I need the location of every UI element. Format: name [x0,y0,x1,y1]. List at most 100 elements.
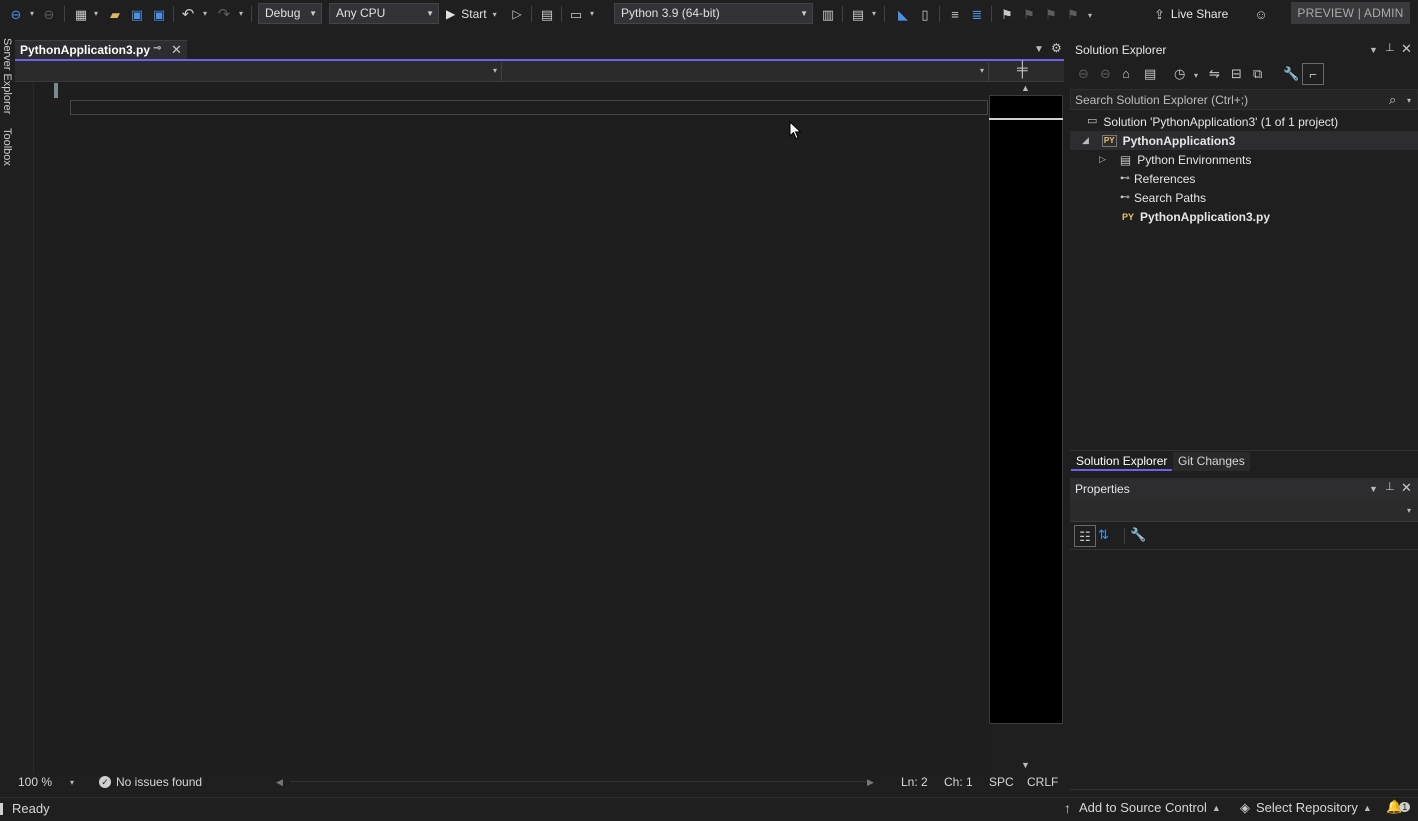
tree-item-project[interactable]: ◢ PY PythonApplication3 [1070,131,1418,150]
issues-indicator[interactable]: ✓ No issues found [99,775,202,789]
browser-dropdown-icon[interactable]: ▾ [590,9,594,18]
switch-views-icon[interactable]: ▤ [1144,67,1156,80]
open-in-browser-icon[interactable]: ▭ [566,4,586,24]
next-bookmark-icon[interactable]: ⚑ [1041,4,1061,24]
expanded-arrow-icon[interactable]: ◢ [1082,135,1089,146]
previous-bookmark-icon[interactable]: ⚑ [1019,4,1039,24]
tree-item-search-paths[interactable]: ⊷ Search Paths [1070,188,1418,207]
horizontal-scrollbar[interactable] [290,781,870,782]
properties-wrench-icon[interactable]: 🔧 [1283,67,1299,80]
live-share-button[interactable]: ⇪ Live Share [1154,4,1228,24]
python-environment-select[interactable]: Python 3.9 (64-bit) ▼ [614,3,813,24]
property-pages-icon[interactable]: 🔧 [1130,528,1146,541]
redo-dropdown-icon[interactable]: ▾ [239,9,243,18]
scroll-down-icon[interactable]: ▼ [1021,760,1030,770]
search-options-icon[interactable]: ▾ [1407,96,1411,105]
step-into-icon[interactable]: ◣ [893,4,913,24]
tab-list-dropdown-icon[interactable]: ▼ [1034,44,1044,55]
line-ending[interactable]: CRLF [1027,775,1058,789]
scroll-right-icon[interactable]: ▶ [867,777,874,788]
home-icon[interactable]: ⌂ [1122,67,1130,80]
types-dropdown[interactable]: ▾ [15,62,502,81]
minimap-viewport[interactable] [989,95,1063,724]
step-over-icon[interactable]: ▯ [915,4,935,24]
pin-icon[interactable]: ⊸ [153,44,161,54]
gear-icon[interactable]: ⚙ [1051,42,1062,54]
window-menu-icon[interactable]: ▼ [1369,45,1378,55]
zoom-value: 100 % [18,775,53,789]
redo-icon[interactable]: ↷ [214,4,234,24]
close-icon[interactable]: ✕ [1401,42,1412,55]
clear-bookmarks-icon[interactable]: ⚑ [1063,4,1083,24]
preview-selected-icon[interactable]: ⌐ [1302,63,1324,85]
add-to-source-control-button[interactable]: ↑ Add to Source Control ▲ [1064,800,1221,815]
pending-changes-icon[interactable]: ◷ [1174,67,1185,80]
tab-solution-explorer[interactable]: Solution Explorer [1071,452,1173,471]
forward-icon[interactable]: ⊖ [39,4,59,24]
document-tab[interactable]: PythonApplication3.py ⊸ ✕ [15,40,187,59]
pin-icon[interactable]: ⊥ [1385,482,1395,493]
collapsed-arrow-icon[interactable]: ▷ [1099,154,1106,165]
close-icon[interactable]: ✕ [1401,481,1412,494]
preview-admin-badge[interactable]: PREVIEW | ADMIN [1291,2,1410,24]
package-icon[interactable]: ▥ [818,4,838,24]
platform-select[interactable]: Any CPU ▼ [329,3,439,24]
bookmark-icon[interactable]: ⚑ [997,4,1017,24]
tree-item-label: Search Paths [1134,190,1207,205]
comment-icon[interactable]: ≣ [967,4,987,24]
alphabetical-icon[interactable]: ⇅ [1098,528,1109,541]
tab-git-changes[interactable]: Git Changes [1173,452,1250,471]
open-file-icon[interactable]: ▰ [105,4,125,24]
tree-item-python-environments[interactable]: ▷ ▤ Python Environments [1070,150,1418,169]
solution-explorer-toolbar: ⊖ ⊖ ⌂ ▤ ◷ ▾ ⇋ ⊟ ⧉ 🔧 ⌐ [1070,62,1418,87]
collapse-all-icon[interactable]: ⊟ [1231,67,1242,80]
notifications-button[interactable]: 🔔 1 [1386,800,1411,813]
tree-item-references[interactable]: ⊷ References [1070,169,1418,188]
save-icon[interactable]: ▣ [127,4,147,24]
tree-item-solution[interactable]: ▭ Solution 'PythonApplication3' (1 of 1 … [1070,112,1418,131]
spacing-mode[interactable]: SPC [989,775,1014,789]
new-project-icon[interactable]: ▦ [71,4,91,24]
start-button[interactable]: ▶ Start ▾ [446,4,497,24]
configuration-select[interactable]: Debug ▼ [258,3,322,24]
start-without-debugging-icon[interactable]: ▷ [507,4,527,24]
back-dropdown-icon[interactable]: ▾ [30,9,34,18]
layout-icon[interactable]: ▤ [848,4,868,24]
pending-dropdown-icon[interactable]: ▾ [1194,71,1198,80]
toolbar-overflow-icon[interactable]: ▾ [1088,11,1092,20]
column-number[interactable]: Ch: 1 [944,775,973,789]
split-window-icon[interactable]: ╪ [1017,62,1028,77]
sync-icon[interactable]: ⇋ [1209,67,1220,80]
server-explorer-tab[interactable]: Server Explorer [1,38,13,114]
search-icon[interactable]: ⌕ [1389,93,1396,106]
show-all-files-icon[interactable]: ⧉ [1253,67,1262,80]
select-repository-button[interactable]: ◈ Select Repository ▲ [1240,800,1372,815]
close-icon[interactable]: ✕ [171,43,182,56]
save-all-icon[interactable]: ▣ [149,4,169,24]
feedback-icon[interactable]: ☺ [1251,4,1271,24]
browse-icon[interactable]: ▤ [537,4,557,24]
undo-icon[interactable]: ↶ [178,4,198,24]
new-project-dropdown-icon[interactable]: ▾ [94,9,98,18]
back-icon[interactable]: ⊖ [1078,67,1089,80]
solution-explorer-search[interactable]: Search Solution Explorer (Ctrl+;) ⌕ ▾ [1070,89,1418,110]
search-placeholder: Search Solution Explorer (Ctrl+;) [1075,93,1249,107]
zoom-select[interactable]: 100 % ▾ [18,775,74,789]
line-number[interactable]: Ln: 2 [901,775,928,789]
properties-object-select[interactable]: ▾ [1070,500,1418,522]
window-menu-icon[interactable]: ▼ [1369,484,1378,494]
forward-icon[interactable]: ⊖ [1100,67,1111,80]
undo-dropdown-icon[interactable]: ▾ [203,9,207,18]
layout-dropdown-icon[interactable]: ▾ [872,9,876,18]
back-icon[interactable]: ⊖ [6,4,26,24]
indent-icon[interactable]: ≡ [945,4,965,24]
pin-icon[interactable]: ⊥ [1385,43,1395,54]
tree-item-file[interactable]: PY PythonApplication3.py [1070,207,1418,226]
python-file-icon: PY [1122,211,1135,222]
code-editor[interactable] [15,82,989,774]
scroll-up-icon[interactable]: ▲ [1021,83,1030,93]
categorized-icon[interactable]: ☷ [1074,525,1096,547]
scroll-left-icon[interactable]: ◀ [276,777,283,788]
members-dropdown[interactable]: ▾ [502,62,989,81]
toolbox-tab[interactable]: Toolbox [1,128,13,166]
